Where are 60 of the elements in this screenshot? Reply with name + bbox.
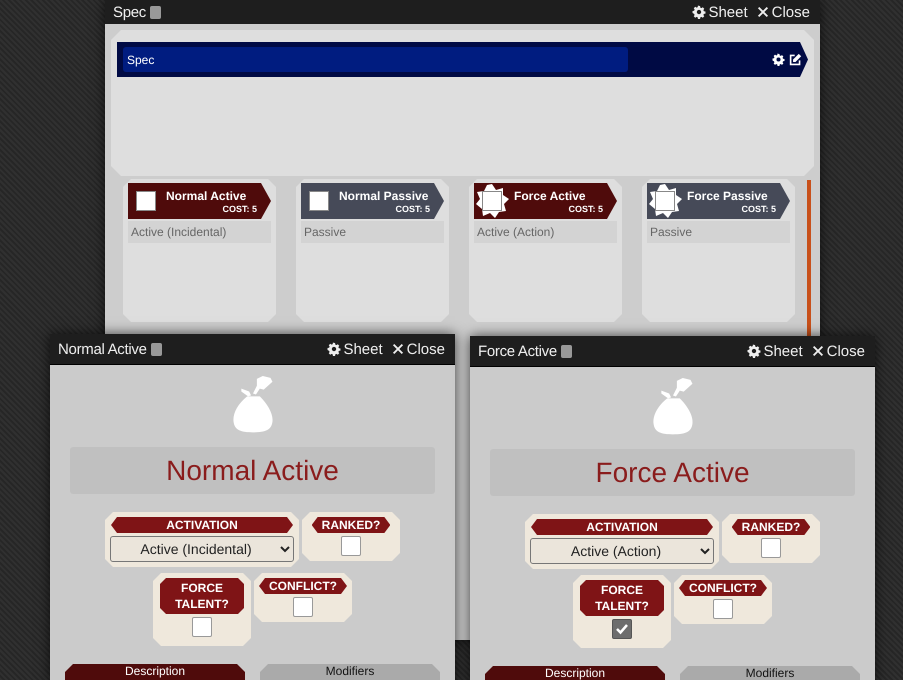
talent-name: Normal Passive <box>339 188 430 202</box>
close-icon <box>390 342 405 356</box>
talent-name: Normal Active <box>166 188 248 202</box>
sheet-button[interactable]: Sheet <box>690 4 750 20</box>
cost-label: COST: 5 <box>568 204 603 214</box>
talent-name-field[interactable]: Force Active <box>490 449 855 496</box>
activation-text: Passive <box>301 221 444 243</box>
checkbox[interactable] <box>655 191 675 211</box>
sheet-button[interactable]: Sheet <box>325 340 385 358</box>
checkbox[interactable] <box>612 619 632 639</box>
field-label: ACTIVATION <box>111 517 293 533</box>
field-label: FORCE TALENT? <box>160 578 244 614</box>
window-title: Force Active <box>478 342 557 360</box>
talent-name: Force Active <box>514 188 587 202</box>
settings-icon <box>327 342 342 356</box>
tab[interactable]: Description <box>485 666 665 680</box>
tab[interactable]: Modifiers <box>680 666 860 680</box>
close-icon <box>810 344 825 358</box>
field-label: CONFLICT? <box>679 580 767 596</box>
cost-label: COST: 5 <box>222 204 257 214</box>
spec-name-field[interactable]: Spec <box>123 47 628 72</box>
checkbox[interactable] <box>293 597 313 617</box>
tab[interactable]: Description <box>65 664 245 680</box>
checkbox[interactable] <box>341 536 361 556</box>
checkbox[interactable] <box>192 617 212 637</box>
tab[interactable]: Modifiers <box>260 664 440 680</box>
close-button[interactable]: Close <box>754 4 812 20</box>
checkbox[interactable] <box>713 599 733 619</box>
activation-dropdown[interactable]: Active (Action) <box>530 538 714 564</box>
settings-icon[interactable] <box>772 53 785 66</box>
field-label: RANKED? <box>312 517 390 533</box>
talent-name: Force Passive <box>687 188 769 202</box>
checkmark-icon <box>615 622 629 636</box>
field-label: FORCE TALENT? <box>580 580 664 616</box>
checkbox[interactable] <box>482 191 502 211</box>
activation-text: Active (Action) <box>474 221 617 243</box>
field-label: RANKED? <box>732 519 810 535</box>
activation-text: Passive <box>647 221 790 243</box>
checkbox[interactable] <box>136 191 156 211</box>
settings-icon <box>692 5 706 19</box>
talent-name-field[interactable]: Normal Active <box>70 447 435 494</box>
close-button[interactable]: Close <box>808 342 867 360</box>
journal-icon[interactable] <box>150 342 162 356</box>
sheet-button[interactable]: Sheet <box>745 342 805 360</box>
checkbox[interactable] <box>309 191 329 211</box>
close-button[interactable]: Close <box>388 340 447 358</box>
edit-icon[interactable] <box>789 53 802 66</box>
checkbox[interactable] <box>761 538 781 558</box>
cost-label: COST: 5 <box>395 204 430 214</box>
activation-text: Active (Incidental) <box>128 221 271 243</box>
settings-icon <box>747 344 762 358</box>
window-title: Normal Active <box>58 340 147 358</box>
journal-icon[interactable] <box>150 6 161 18</box>
close-icon <box>756 5 770 19</box>
window-title: Spec <box>113 4 146 20</box>
journal-icon[interactable] <box>560 344 572 358</box>
cost-label: COST: 5 <box>741 204 776 214</box>
field-label: CONFLICT? <box>259 578 347 594</box>
field-label: ACTIVATION <box>531 519 713 535</box>
activation-dropdown[interactable]: Active (Incidental) <box>110 536 294 562</box>
